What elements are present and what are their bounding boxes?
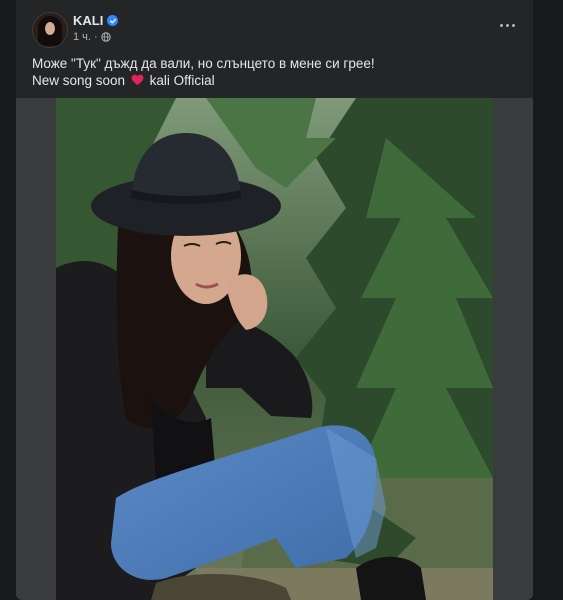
post-header: KALI 1 ч. ·: [16, 0, 533, 50]
meta-separator: ·: [93, 31, 98, 43]
more-options-dot: [505, 23, 509, 27]
author-line: KALI: [73, 13, 119, 28]
post-text-line-2: New song soon kali Official: [32, 72, 522, 89]
avatar[interactable]: [32, 12, 68, 48]
author-name[interactable]: KALI: [73, 13, 103, 28]
heart-icon: [131, 73, 144, 85]
post-photo[interactable]: [56, 98, 493, 600]
post-text: Може "Тук" дъжд да вали, но слънцето в м…: [32, 55, 522, 89]
feed-background: KALI 1 ч. · Може "Тук" дъжд да вали, но …: [0, 0, 563, 600]
post-meta: 1 ч. ·: [73, 31, 111, 43]
post-text-new-song: New song soon: [32, 73, 126, 88]
post-time[interactable]: 1 ч.: [73, 31, 91, 43]
globe-icon[interactable]: [100, 32, 111, 42]
photo-area: [16, 98, 533, 600]
photo-illustration: [56, 98, 493, 600]
more-options-button[interactable]: [495, 17, 519, 33]
more-options-dot: [511, 23, 515, 27]
post-text-page-link[interactable]: kali Official: [150, 73, 215, 88]
post-text-line-1: Може "Тук" дъжд да вали, но слънцето в м…: [32, 56, 375, 71]
post-card: KALI 1 ч. · Може "Тук" дъжд да вали, но …: [16, 0, 533, 600]
avatar-face: [45, 22, 55, 35]
verified-badge-icon: [107, 15, 119, 26]
more-options-icon: [499, 23, 503, 27]
